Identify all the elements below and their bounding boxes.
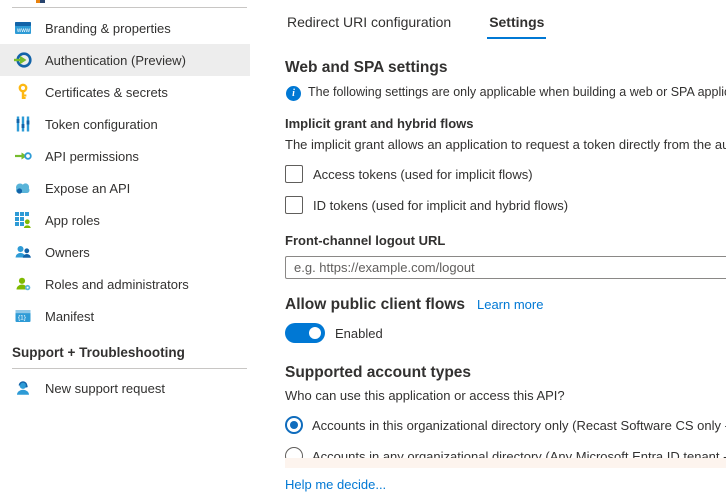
toggle-knob bbox=[309, 327, 321, 339]
sidebar-item-roles-administrators[interactable]: Roles and administrators bbox=[0, 268, 250, 300]
sidebar-item-authentication[interactable]: Authentication (Preview) bbox=[0, 44, 250, 76]
sidebar-item-label: New support request bbox=[45, 381, 165, 396]
implicit-grant-description: The implicit grant allows an application… bbox=[285, 137, 726, 152]
manifest-icon: {1} bbox=[14, 307, 32, 325]
tab-settings[interactable]: Settings bbox=[487, 14, 546, 39]
implicit-grant-heading: Implicit grant and hybrid flows bbox=[285, 116, 726, 131]
svg-text:{1}: {1} bbox=[18, 315, 27, 322]
help-me-decide-link[interactable]: Help me decide... bbox=[285, 477, 386, 492]
front-channel-logout-input[interactable] bbox=[285, 256, 726, 279]
tab-bar: Redirect URI configuration Settings bbox=[285, 0, 726, 39]
info-text: The following settings are only applicab… bbox=[308, 85, 726, 99]
main-content: Redirect URI configuration Settings Web … bbox=[285, 0, 726, 492]
owners-icon bbox=[14, 243, 32, 261]
id-tokens-label: ID tokens (used for implicit and hybrid … bbox=[313, 198, 568, 213]
single-tenant-radio[interactable] bbox=[285, 416, 303, 434]
supported-account-types-heading: Supported account types bbox=[285, 364, 726, 382]
cloud-icon bbox=[14, 179, 32, 197]
sidebar-item-label: Roles and administrators bbox=[45, 277, 189, 292]
sidebar-item-new-support-request[interactable]: New support request bbox=[0, 372, 250, 404]
sidebar-divider bbox=[12, 368, 247, 369]
sidebar-item-expose-api[interactable]: Expose an API bbox=[0, 172, 250, 204]
sidebar: www Branding & properties Authentication… bbox=[0, 0, 252, 467]
sidebar-item-owners[interactable]: Owners bbox=[0, 236, 250, 268]
access-tokens-row: Access tokens (used for implicit flows) bbox=[285, 165, 726, 183]
allow-public-client-heading-row: Allow public client flows Learn more bbox=[285, 296, 726, 314]
info-banner: i The following settings are only applic… bbox=[285, 85, 726, 101]
id-tokens-checkbox[interactable] bbox=[285, 196, 303, 214]
sidebar-item-label: App roles bbox=[45, 213, 100, 228]
info-icon: i bbox=[286, 86, 301, 101]
single-tenant-option-row: Accounts in this organizational director… bbox=[285, 416, 726, 434]
sidebar-item-manifest[interactable]: {1} Manifest bbox=[0, 300, 250, 332]
sidebar-item-label: Manifest bbox=[45, 309, 94, 324]
sidebar-item-label: Authentication (Preview) bbox=[45, 53, 186, 68]
roles-admin-icon bbox=[14, 275, 32, 293]
allow-public-client-heading: Allow public client flows bbox=[285, 296, 465, 314]
api-permissions-icon bbox=[14, 147, 32, 165]
sidebar-item-certificates[interactable]: Certificates & secrets bbox=[0, 76, 250, 108]
svg-text:www: www bbox=[16, 28, 31, 34]
key-icon bbox=[14, 83, 32, 101]
access-tokens-checkbox[interactable] bbox=[285, 165, 303, 183]
sidebar-item-label: Expose an API bbox=[45, 181, 130, 196]
tab-redirect-uri-configuration[interactable]: Redirect URI configuration bbox=[285, 14, 453, 39]
clipped-icon-fragment bbox=[36, 0, 45, 3]
sidebar-item-label: Owners bbox=[45, 245, 90, 260]
sidebar-item-label: API permissions bbox=[45, 149, 139, 164]
sidebar-divider bbox=[12, 7, 247, 8]
app-roles-icon bbox=[14, 211, 32, 229]
learn-more-link[interactable]: Learn more bbox=[477, 297, 543, 312]
sliders-icon bbox=[14, 115, 32, 133]
access-tokens-label: Access tokens (used for implicit flows) bbox=[313, 167, 533, 182]
sidebar-item-label: Token configuration bbox=[45, 117, 158, 132]
sidebar-item-label: Branding & properties bbox=[45, 21, 171, 36]
authentication-icon bbox=[14, 51, 32, 69]
public-client-toggle-row: Enabled bbox=[285, 323, 726, 343]
web-spa-settings-heading: Web and SPA settings bbox=[285, 59, 726, 77]
id-tokens-row: ID tokens (used for implicit and hybrid … bbox=[285, 196, 726, 214]
sidebar-nav: www Branding & properties Authentication… bbox=[0, 12, 250, 332]
sidebar-item-branding[interactable]: www Branding & properties bbox=[0, 12, 250, 44]
public-client-toggle[interactable] bbox=[285, 323, 325, 343]
sidebar-item-app-roles[interactable]: App roles bbox=[0, 204, 250, 236]
account-types-question: Who can use this application or access t… bbox=[285, 388, 726, 403]
sidebar-item-api-permissions[interactable]: API permissions bbox=[0, 140, 250, 172]
single-tenant-label: Accounts in this organizational director… bbox=[312, 418, 726, 433]
front-channel-logout-label: Front-channel logout URL bbox=[285, 233, 726, 248]
support-person-icon bbox=[14, 379, 32, 397]
sidebar-item-label: Certificates & secrets bbox=[45, 85, 168, 100]
branding-icon: www bbox=[14, 19, 32, 37]
sidebar-item-token-configuration[interactable]: Token configuration bbox=[0, 108, 250, 140]
toggle-state-label: Enabled bbox=[335, 326, 383, 341]
sidebar-section-support-troubleshooting: Support + Troubleshooting bbox=[12, 345, 185, 360]
